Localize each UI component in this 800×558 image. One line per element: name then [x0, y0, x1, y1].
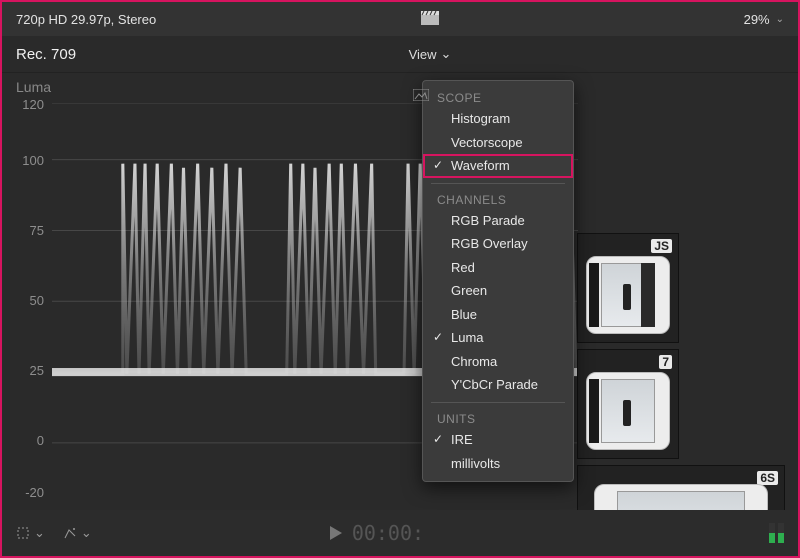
image-icon — [413, 89, 429, 104]
check-icon: ✓ — [433, 329, 443, 345]
clip-thumbnail[interactable]: JS — [577, 233, 679, 343]
meter-bar — [769, 523, 775, 543]
axis-tick: -20 — [14, 485, 44, 500]
audio-meters — [769, 523, 784, 543]
transport-display: 00:00: — [330, 521, 424, 545]
crop-tool-button[interactable]: ⌄ — [16, 525, 45, 541]
axis-tick: 120 — [14, 97, 44, 112]
view-menu-button[interactable]: View ⌄ — [409, 46, 452, 62]
color-space-label: Rec. 709 — [16, 46, 76, 63]
menu-item-red[interactable]: Red — [423, 256, 573, 280]
format-bar: 720p HD 29.97p, Stereo 29% ⌄ — [2, 2, 798, 36]
clip-thumbnail[interactable]: 7 — [577, 349, 679, 459]
clapperboard-icon[interactable] — [421, 11, 439, 28]
bottom-toolbar: ⌄ ⌄ 00:00: — [2, 510, 798, 556]
meter-bar — [778, 523, 784, 543]
chevron-down-icon: ⌄ — [441, 46, 452, 62]
menu-header-units: UNITS — [423, 408, 573, 428]
menu-item-label: Waveform — [451, 158, 510, 173]
menu-item-millivolts[interactable]: millivolts — [423, 452, 573, 476]
app-window: 720p HD 29.97p, Stereo 29% ⌄ Rec. 709 Vi… — [0, 0, 800, 558]
scope-channel-label: Luma — [16, 79, 51, 95]
scope-header-bar: Rec. 709 View ⌄ — [2, 36, 798, 73]
menu-item-histogram[interactable]: Histogram — [423, 107, 573, 131]
axis-tick: 0 — [14, 433, 44, 448]
chevron-down-icon: ⌄ — [34, 525, 45, 541]
axis-tick: 50 — [14, 293, 44, 308]
menu-item-label: IRE — [451, 432, 473, 447]
thumbnail-label: 7 — [659, 355, 672, 369]
menu-item-ire[interactable]: ✓ IRE — [423, 428, 573, 452]
axis-tick: 25 — [14, 363, 44, 378]
zoom-level[interactable]: 29% ⌄ — [744, 12, 784, 27]
menu-item-rgb-parade[interactable]: RGB Parade — [423, 209, 573, 233]
check-icon: ✓ — [433, 157, 443, 173]
menu-item-luma[interactable]: ✓ Luma — [423, 326, 573, 350]
thumbnail-label: 6S — [757, 471, 778, 485]
axis-tick: 75 — [14, 223, 44, 238]
axis-tick: 100 — [14, 153, 44, 168]
zoom-value: 29% — [744, 12, 770, 27]
chevron-down-icon: ⌄ — [81, 525, 92, 541]
scope-area: Luma 120 100 75 50 25 0 -20 — [2, 73, 798, 509]
menu-item-vectorscope[interactable]: Vectorscope — [423, 131, 573, 155]
menu-header-channels: CHANNELS — [423, 189, 573, 209]
menu-item-ycbcr-parade[interactable]: Y'CbCr Parade — [423, 373, 573, 397]
timecode: 00:00: — [352, 521, 424, 545]
format-label: 720p HD 29.97p, Stereo — [16, 12, 156, 27]
view-label: View — [409, 47, 437, 62]
thumbnail-label: JS — [651, 239, 672, 253]
y-axis: 120 100 75 50 25 0 -20 — [14, 103, 46, 493]
effects-tool-button[interactable]: ⌄ — [63, 525, 92, 541]
play-icon[interactable] — [330, 521, 342, 545]
menu-item-label: Luma — [451, 330, 484, 345]
check-icon: ✓ — [433, 431, 443, 447]
chevron-down-icon: ⌄ — [776, 14, 784, 25]
menu-header-scope: SCOPE — [423, 87, 573, 107]
view-dropdown-menu: SCOPE Histogram Vectorscope ✓ Waveform CH… — [422, 80, 574, 482]
menu-item-blue[interactable]: Blue — [423, 303, 573, 327]
menu-item-chroma[interactable]: Chroma — [423, 350, 573, 374]
menu-item-rgb-overlay[interactable]: RGB Overlay — [423, 232, 573, 256]
menu-item-waveform[interactable]: ✓ Waveform — [423, 154, 573, 178]
menu-item-green[interactable]: Green — [423, 279, 573, 303]
